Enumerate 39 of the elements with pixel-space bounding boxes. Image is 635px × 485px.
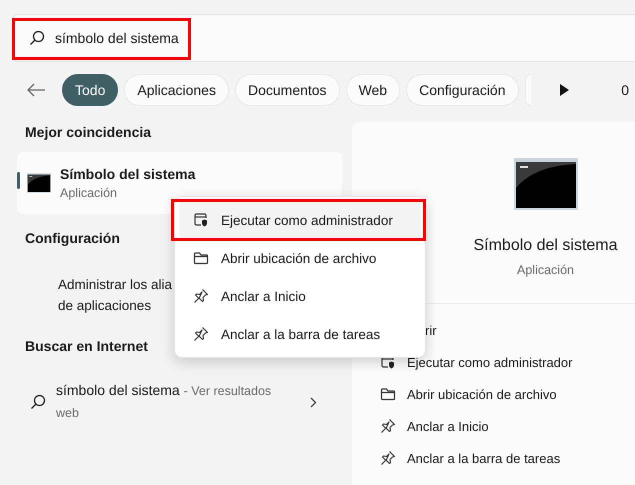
filter-tab[interactable]: Web bbox=[346, 74, 400, 106]
section-heading: Mejor coincidencia bbox=[24, 124, 152, 140]
search-field[interactable]: símbolo del sistema bbox=[12, 14, 635, 62]
menu-item[interactable]: Anclar a la barra de tareas bbox=[179, 315, 421, 353]
filter-tab[interactable]: Configuración bbox=[406, 74, 518, 106]
search-icon bbox=[29, 30, 45, 46]
pin-icon bbox=[193, 326, 209, 342]
app-title: Símbolo del sistema bbox=[60, 166, 196, 182]
pin-icon bbox=[380, 418, 396, 434]
folder-icon bbox=[193, 250, 209, 266]
app-type: Aplicación bbox=[60, 186, 118, 200]
action-link[interactable]: Anclar a la barra de tareas bbox=[407, 450, 560, 466]
action-link[interactable]: Ejecutar como administrador bbox=[407, 354, 572, 370]
folder-icon bbox=[380, 386, 396, 402]
app-type: Aplicación bbox=[517, 263, 574, 277]
web-search-link[interactable]: símbolo del sistema - Ver resultados web bbox=[56, 380, 296, 424]
pin-icon bbox=[193, 288, 209, 304]
action-link[interactable]: Abrir ubicación de archivo bbox=[407, 386, 557, 402]
search-icon bbox=[30, 394, 46, 410]
section-heading: Configuración bbox=[24, 230, 121, 246]
menu-item[interactable]: Abrir ubicación de archivo bbox=[179, 239, 421, 277]
filter-tab[interactable]: Todo bbox=[62, 74, 118, 106]
action-link[interactable]: Anclar a Inicio bbox=[407, 418, 489, 434]
app-title: Símbolo del sistema bbox=[473, 237, 618, 255]
terminal-icon bbox=[514, 158, 578, 210]
play-icon[interactable] bbox=[558, 84, 568, 96]
terminal-icon bbox=[27, 173, 51, 193]
filter-tab[interactable]: Aplicaciones bbox=[124, 74, 229, 106]
back-arrow-icon[interactable] bbox=[26, 82, 46, 98]
filter-overflow-text: 0 bbox=[621, 82, 629, 98]
menu-item[interactable]: Anclar a Inicio bbox=[179, 277, 421, 315]
chevron-right-icon[interactable] bbox=[310, 396, 317, 408]
menu-item[interactable]: Ejecutar como administrador bbox=[179, 201, 421, 239]
section-heading: Buscar en Internet bbox=[24, 338, 149, 354]
filter-tab[interactable]: Documentos bbox=[234, 74, 340, 106]
pin-icon bbox=[380, 450, 396, 466]
shield-window-icon bbox=[193, 212, 209, 228]
search-value: símbolo del sistema bbox=[55, 30, 179, 46]
selection-indicator bbox=[17, 172, 20, 189]
